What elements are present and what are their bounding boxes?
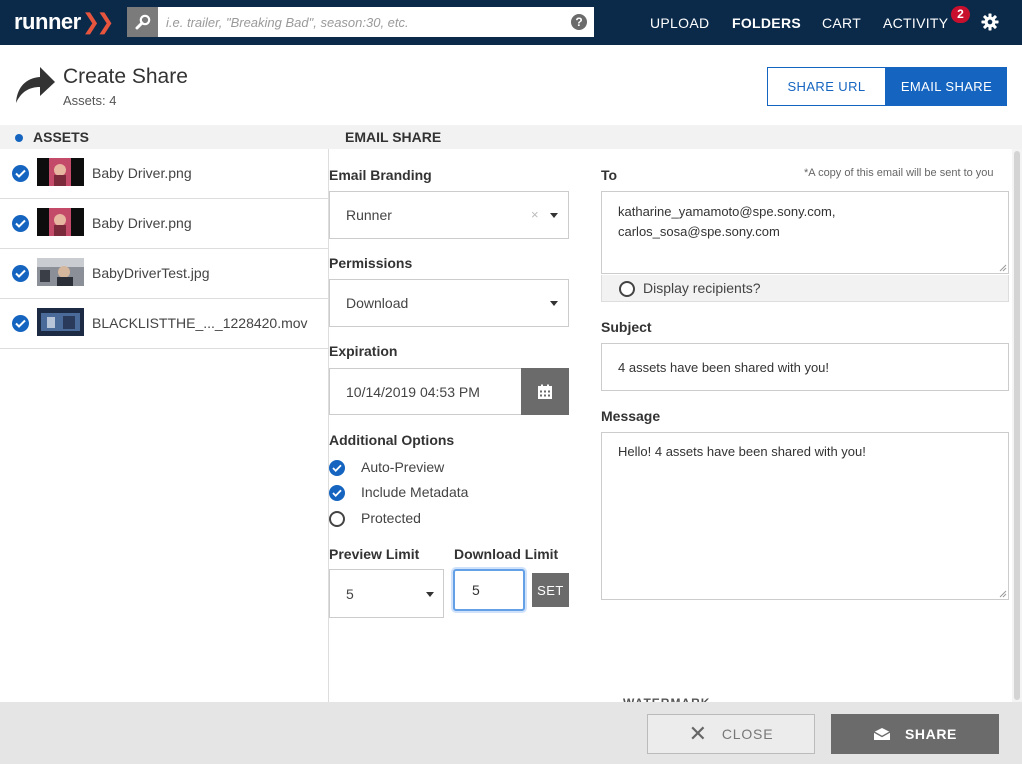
set-button[interactable]: SET: [532, 573, 569, 607]
share-label: SHARE: [904, 726, 957, 742]
search-icon-button[interactable]: [127, 7, 158, 37]
asset-name: BabyDriverTest.jpg: [92, 265, 210, 281]
help-icon[interactable]: ?: [571, 14, 587, 30]
option-label: Include Metadata: [361, 484, 469, 500]
check-icon[interactable]: [329, 485, 345, 501]
email-share-section-title: EMAIL SHARE: [345, 129, 442, 145]
permissions-value: Download: [346, 295, 409, 311]
logo-text: runner: [14, 9, 81, 34]
email-branding-value: Runner: [346, 207, 392, 223]
copy-note: *A copy of this email will be sent to yo…: [804, 167, 994, 179]
download-limit-label: Download Limit: [454, 546, 559, 562]
recipient-email: katharine_yamamoto@spe.sony.com,: [618, 204, 836, 219]
permissions-label: Permissions: [329, 255, 413, 271]
subject-label: Subject: [601, 319, 652, 335]
logo-chevrons-icon: ❯❯: [81, 9, 115, 34]
close-label: CLOSE: [721, 726, 774, 742]
check-icon[interactable]: [12, 165, 29, 182]
chevron-down-icon: [550, 213, 558, 218]
permissions-select[interactable]: Download: [329, 279, 569, 327]
assets-count: Assets: 4: [63, 93, 117, 108]
assets-dot-icon: [15, 134, 23, 142]
check-icon[interactable]: [12, 315, 29, 332]
preview-limit-select[interactable]: 5: [329, 569, 444, 618]
display-recipients-option[interactable]: Display recipients?: [601, 275, 1009, 302]
asset-name: BLACKLISTTHE_..._1228420.mov: [92, 315, 308, 331]
asset-thumbnail: [37, 308, 84, 336]
scrollbar-thumb[interactable]: [1014, 151, 1020, 700]
asset-thumbnail: [37, 158, 84, 186]
preview-limit-value: 5: [346, 585, 354, 602]
preview-limit-label: Preview Limit: [329, 546, 420, 562]
to-recipients-field[interactable]: katharine_yamamoto@spe.sony.com, carlos_…: [601, 191, 1009, 274]
additional-options-label: Additional Options: [329, 432, 455, 448]
asset-row[interactable]: Baby Driver.png: [0, 199, 328, 249]
check-icon[interactable]: [12, 215, 29, 232]
calendar-button[interactable]: [521, 368, 569, 415]
nav-upload[interactable]: UPLOAD: [650, 0, 709, 45]
search-input[interactable]: [158, 7, 558, 37]
asset-list: Baby Driver.png Baby Driver.png BabyDriv…: [0, 149, 328, 349]
unchecked-circle-icon[interactable]: [619, 281, 635, 297]
subject-input[interactable]: 4 assets have been shared with you!: [601, 343, 1009, 391]
display-recipients-label: Display recipients?: [643, 280, 761, 296]
search-icon: [135, 14, 150, 30]
unchecked-circle-icon[interactable]: [329, 511, 345, 527]
clear-icon[interactable]: ×: [531, 207, 539, 222]
share-url-button[interactable]: SHARE URL: [767, 67, 886, 106]
envelope-icon: [873, 728, 891, 740]
to-label: To: [601, 167, 618, 183]
email-branding-label: Email Branding: [329, 167, 432, 183]
close-icon: ✕: [688, 721, 708, 746]
activity-count-badge: 2: [951, 6, 970, 23]
nav-cart[interactable]: CART: [822, 0, 861, 45]
resize-handle-icon[interactable]: [999, 264, 1007, 272]
asset-name: Baby Driver.png: [92, 165, 192, 181]
check-icon[interactable]: [329, 460, 345, 476]
nav-folders[interactable]: FOLDERS: [732, 0, 801, 45]
assets-section-title: ASSETS: [33, 129, 90, 145]
section-header-bar: [0, 125, 1022, 149]
asset-row[interactable]: BabyDriverTest.jpg: [0, 249, 328, 299]
message-text: Hello! 4 assets have been shared with yo…: [618, 444, 866, 459]
email-branding-select[interactable]: Runner ×: [329, 191, 569, 239]
runner-logo[interactable]: runner ❯❯: [14, 9, 115, 35]
gear-icon[interactable]: [981, 13, 999, 31]
email-share-button[interactable]: EMAIL SHARE: [886, 67, 1007, 106]
expiration-value: 10/14/2019 04:53 PM: [346, 383, 480, 400]
download-limit-input[interactable]: 5: [453, 569, 525, 611]
asset-row[interactable]: Baby Driver.png: [0, 149, 328, 199]
expiration-input[interactable]: 10/14/2019 04:53 PM: [329, 368, 522, 415]
chevron-down-icon: [550, 301, 558, 306]
page-title: Create Share: [63, 65, 188, 88]
asset-thumbnail: [37, 208, 84, 236]
recipient-email: carlos_sosa@spe.sony.com: [618, 224, 780, 239]
calendar-icon: [538, 384, 552, 399]
asset-name: Baby Driver.png: [92, 215, 192, 231]
nav-activity[interactable]: ACTIVITY: [883, 0, 948, 45]
expiration-label: Expiration: [329, 343, 398, 359]
share-arrow-icon: [16, 67, 55, 103]
message-textarea[interactable]: Hello! 4 assets have been shared with yo…: [601, 432, 1009, 600]
option-label: Protected: [361, 510, 421, 526]
search-field: ?: [158, 7, 594, 37]
message-label: Message: [601, 408, 661, 424]
share-button[interactable]: SHARE: [831, 714, 999, 754]
close-button[interactable]: ✕ CLOSE: [647, 714, 815, 754]
check-icon[interactable]: [12, 265, 29, 282]
asset-row[interactable]: BLACKLISTTHE_..._1228420.mov: [0, 299, 328, 349]
asset-thumbnail: [37, 258, 84, 286]
chevron-down-icon: [426, 592, 434, 597]
option-label: Auto-Preview: [361, 459, 445, 475]
resize-handle-icon[interactable]: [999, 590, 1007, 598]
